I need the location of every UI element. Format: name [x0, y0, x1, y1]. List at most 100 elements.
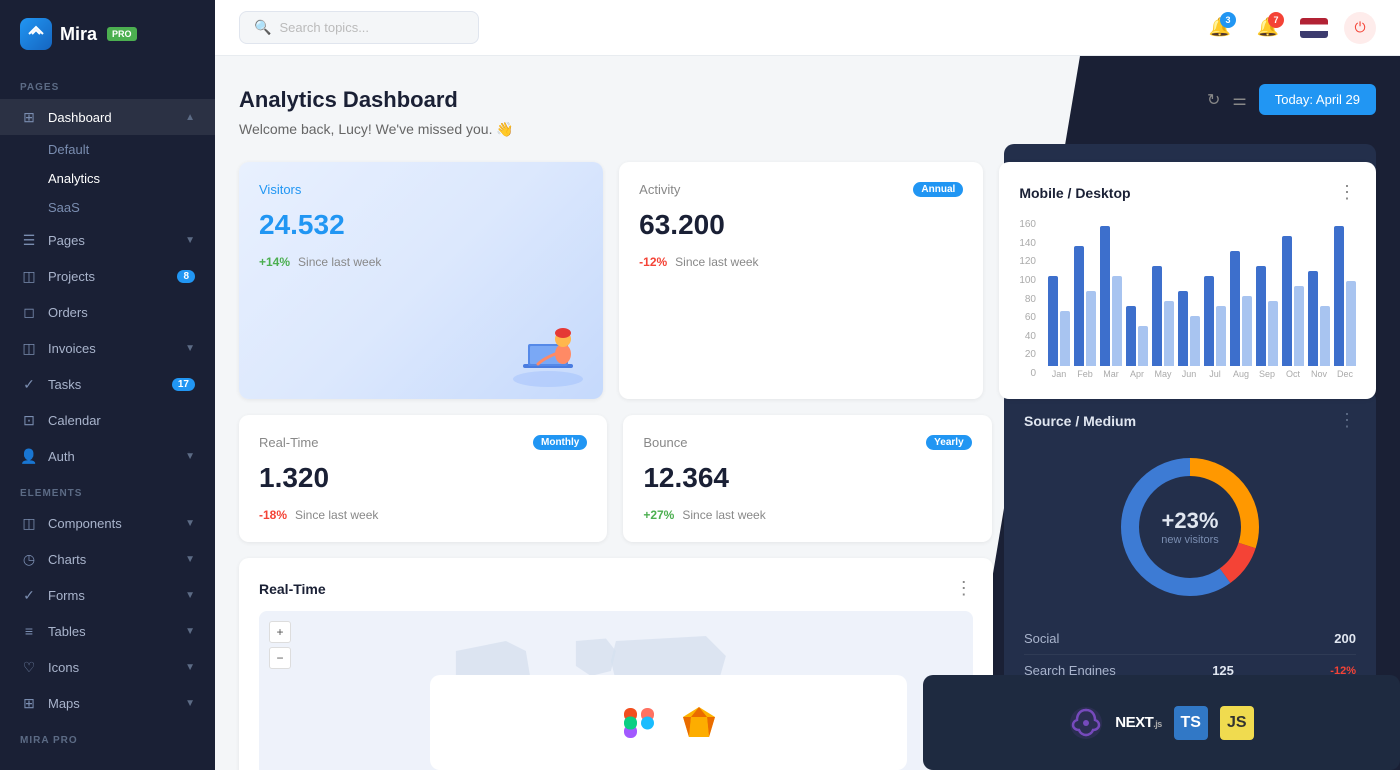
app-logo: Mira PRO: [0, 0, 215, 68]
realtime-card: Real-Time Monthly 1.320 -18% Since last …: [239, 415, 607, 542]
main-area: 🔍 Search topics... 🔔 3 🔔 7 ⏻: [215, 0, 1400, 770]
sidebar-item-tasks[interactable]: ✓ Tasks 17: [0, 366, 215, 402]
chevron-down-icon: ▼: [185, 590, 195, 601]
stats-row-2: Real-Time Monthly 1.320 -18% Since last …: [239, 415, 1376, 542]
sidebar-sub-analytics[interactable]: Analytics: [0, 164, 215, 193]
sidebar-item-label: Pages: [48, 233, 185, 248]
realtime-title: Real-Time: [259, 435, 318, 450]
bar-group: Sep: [1256, 266, 1278, 379]
light-bar: [1216, 306, 1226, 366]
auth-icon: 👤: [20, 447, 38, 465]
visitors-title: Visitors: [259, 182, 301, 197]
bar-label: Dec: [1337, 369, 1353, 379]
search-icon: 🔍: [254, 19, 271, 36]
sidebar-item-label: Invoices: [48, 341, 185, 356]
pro-badge: PRO: [107, 27, 137, 41]
realtime-map-header: Real-Time ⋮: [259, 578, 973, 599]
visitors-card: Visitors 24.532 +14% Since last week: [239, 162, 603, 399]
maps-icon: ⊞: [20, 694, 38, 712]
bar-label: Jun: [1182, 369, 1197, 379]
chevron-down-icon: ▼: [185, 235, 195, 246]
bar-label: Jul: [1209, 369, 1221, 379]
date-button[interactable]: Today: April 29: [1259, 84, 1376, 115]
mobile-desktop-more[interactable]: ⋮: [1338, 182, 1356, 203]
sidebar-item-label: Projects: [48, 269, 177, 284]
sidebar-item-projects[interactable]: ◫ Projects 8: [0, 258, 215, 294]
bar-group: Feb: [1074, 246, 1096, 379]
elements-section-label: ELEMENTS: [0, 474, 215, 505]
power-icon: ⏻: [1354, 19, 1365, 36]
sidebar-item-label: Orders: [48, 305, 195, 320]
sidebar-item-calendar[interactable]: ⊡ Calendar: [0, 402, 215, 438]
search-box[interactable]: 🔍 Search topics...: [239, 11, 479, 44]
y-axis: 160140120100806040200: [1019, 219, 1042, 379]
sidebar-item-charts[interactable]: ◷ Charts ▼: [0, 541, 215, 577]
realtime-card-header: Real-Time Monthly: [259, 435, 587, 450]
notifications-button[interactable]: 🔔 3: [1204, 12, 1236, 44]
sidebar-item-invoices[interactable]: ◫ Invoices ▼: [0, 330, 215, 366]
sidebar-item-orders[interactable]: ◻ Orders: [0, 294, 215, 330]
forms-icon: ✓: [20, 586, 38, 604]
language-flag[interactable]: [1300, 18, 1328, 38]
map-container: + −: [259, 611, 973, 770]
sidebar-sub-saas[interactable]: SaaS: [0, 193, 215, 222]
bounce-since: Since last week: [682, 508, 765, 522]
sidebar-item-components[interactable]: ◫ Components ▼: [0, 505, 215, 541]
dark-bar: [1282, 236, 1292, 366]
realtime-since: Since last week: [295, 508, 378, 522]
sidebar-item-forms[interactable]: ✓ Forms ▼: [0, 577, 215, 613]
content-area: Analytics Dashboard ↻ ⚌ Today: April 29 …: [215, 56, 1400, 770]
light-bar: [1346, 281, 1356, 366]
refresh-icon[interactable]: ↻: [1207, 90, 1220, 110]
mobile-desktop-title: Mobile / Desktop: [1019, 185, 1130, 201]
mobile-desktop-header: Mobile / Desktop ⋮: [1019, 182, 1356, 203]
sidebar-item-icons[interactable]: ♡ Icons ▼: [0, 649, 215, 685]
activity-card-header: Activity Annual: [639, 182, 963, 197]
power-button[interactable]: ⏻: [1344, 12, 1376, 44]
realtime-change: -18%: [259, 508, 287, 522]
invoices-icon: ◫: [20, 339, 38, 357]
filter-icon[interactable]: ⚌: [1232, 90, 1246, 110]
bar-label: Jan: [1052, 369, 1067, 379]
components-icon: ◫: [20, 514, 38, 532]
bar-label: Nov: [1311, 369, 1327, 379]
realtime-map-more[interactable]: ⋮: [955, 578, 973, 599]
sidebar-item-dashboard[interactable]: ⊞ Dashboard ▲: [0, 99, 215, 135]
stats-grid: Visitors 24.532 +14% Since last week: [239, 162, 1376, 399]
chevron-down-icon: ▼: [185, 451, 195, 462]
orders-icon: ◻: [20, 303, 38, 321]
sidebar-item-label: Auth: [48, 449, 185, 464]
mobile-desktop-card: Mobile / Desktop ⋮ 160140120100806040200…: [999, 162, 1376, 399]
activity-footer: -12% Since last week: [639, 255, 963, 269]
activity-change: -12%: [639, 255, 667, 269]
spacer: [1008, 415, 1376, 542]
alerts-button[interactable]: 🔔 7: [1252, 12, 1284, 44]
bar-group: Jul: [1204, 276, 1226, 379]
sidebar-item-tables[interactable]: ≡ Tables ▼: [0, 613, 215, 649]
sidebar-item-maps[interactable]: ⊞ Maps ▼: [0, 685, 215, 721]
sidebar-item-label: Dashboard: [48, 110, 185, 125]
alerts-badge: 7: [1268, 12, 1284, 28]
notifications-badge: 3: [1220, 12, 1236, 28]
sidebar-item-auth[interactable]: 👤 Auth ▼: [0, 438, 215, 474]
charts-icon: ◷: [20, 550, 38, 568]
light-bar: [1190, 316, 1200, 366]
page-header: Analytics Dashboard ↻ ⚌ Today: April 29 …: [239, 84, 1376, 138]
chevron-up-icon: ▲: [185, 112, 195, 123]
sidebar-sub-default[interactable]: Default: [0, 135, 215, 164]
chevron-down-icon: ▼: [185, 554, 195, 565]
light-bar: [1320, 306, 1330, 366]
realtime-map-card: Real-Time ⋮ + −: [239, 558, 993, 770]
dark-bar: [1048, 276, 1058, 366]
header-actions: ↻ ⚌ Today: April 29: [1207, 84, 1376, 115]
sidebar-item-label: Tasks: [48, 377, 172, 392]
visitors-since: Since last week: [298, 255, 381, 269]
chevron-down-icon: ▼: [185, 698, 195, 709]
visitor-illustration: [503, 309, 593, 389]
pages-section-label: PAGES: [0, 68, 215, 99]
realtime-footer: -18% Since last week: [259, 508, 587, 522]
sidebar-item-pages[interactable]: ☰ Pages ▼: [0, 222, 215, 258]
dark-bar: [1256, 266, 1266, 366]
pages-icon: ☰: [20, 231, 38, 249]
page-subtitle: Welcome back, Lucy! We've missed you. 👋: [239, 121, 1376, 138]
